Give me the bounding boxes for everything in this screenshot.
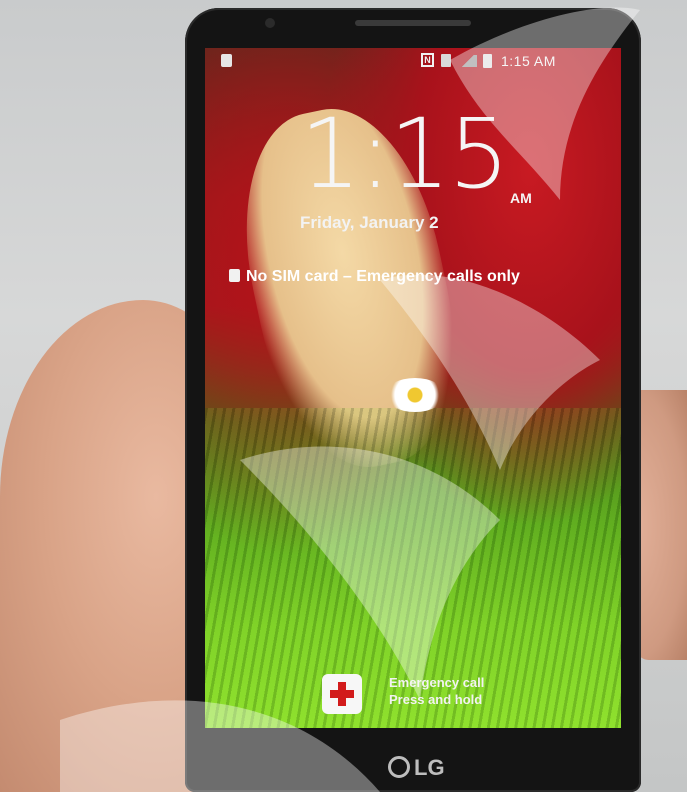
emergency-call-line1: Emergency call <box>389 675 485 690</box>
notification-icon <box>221 54 232 67</box>
battery-icon <box>483 54 492 68</box>
lock-screen[interactable]: N 1:15 AM 1:15 AM Friday, January 2 No S… <box>205 48 621 728</box>
no-sim-icon <box>441 54 451 67</box>
sim-card-icon <box>229 269 240 282</box>
status-time: 1:15 AM <box>501 53 556 69</box>
front-camera <box>265 18 275 28</box>
nfc-icon: N <box>421 53 434 67</box>
status-bar: N 1:15 AM <box>205 48 621 74</box>
lock-clock: 1:15 <box>300 98 510 210</box>
signal-icon <box>459 55 477 67</box>
lg-logo: LG <box>388 755 445 781</box>
carrier-status: No SIM card – Emergency calls only <box>229 268 520 286</box>
emergency-call-label[interactable]: Emergency call Press and hold <box>389 674 484 708</box>
lock-date: Friday, January 2 <box>300 213 439 232</box>
earpiece-speaker <box>355 20 471 26</box>
emergency-call-line2: Press and hold <box>389 692 483 707</box>
phone-body: N 1:15 AM 1:15 AM Friday, January 2 No S… <box>185 8 641 792</box>
emergency-call-button[interactable] <box>322 674 362 714</box>
lg-logo-icon <box>388 756 410 778</box>
wallpaper-daisy <box>385 378 445 412</box>
carrier-status-text: No SIM card – Emergency calls only <box>246 268 520 285</box>
lock-clock-ampm: AM <box>510 190 532 206</box>
lg-brand-text: LG <box>414 755 445 780</box>
